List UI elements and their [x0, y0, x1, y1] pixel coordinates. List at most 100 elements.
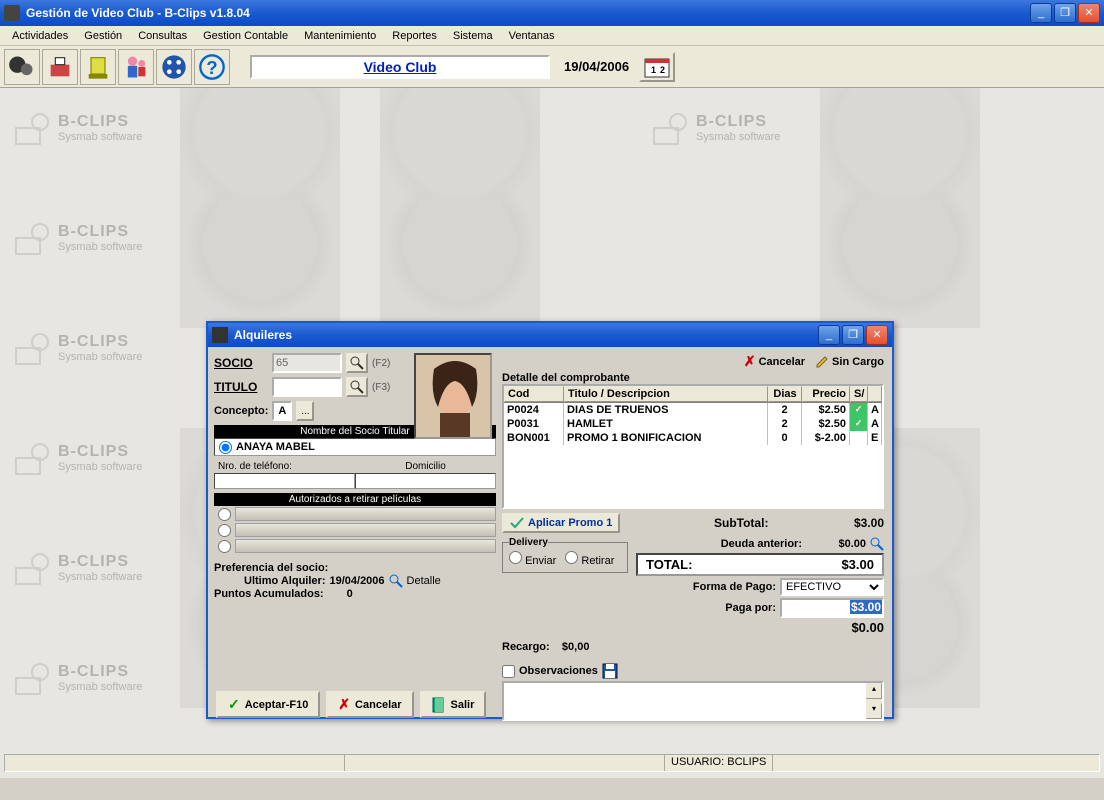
autorizado-radio[interactable]	[218, 508, 231, 521]
cancelar-link[interactable]: ✗Cancelar	[744, 353, 805, 370]
menu-gestion[interactable]: Gestión	[76, 28, 130, 44]
minimize-button[interactable]: _	[1030, 3, 1052, 23]
nombre-radio[interactable]	[219, 441, 232, 454]
dialog-maximize-button[interactable]: ❐	[842, 325, 864, 345]
autorizado-radio[interactable]	[218, 540, 231, 553]
col-dias[interactable]: Dias	[768, 386, 802, 402]
save-icon[interactable]	[602, 663, 618, 679]
delivery-enviar-label[interactable]: Enviar	[509, 555, 556, 567]
delivery-label: Delivery	[509, 537, 548, 548]
col-titulo[interactable]: Titulo / Descripcion	[564, 386, 768, 402]
maximize-button[interactable]: ❐	[1054, 3, 1076, 23]
col-so[interactable]: S/	[850, 386, 868, 402]
puntos-label: Puntos Acumulados:	[214, 588, 324, 600]
nombre-value: ANAYA MABEL	[236, 441, 315, 453]
autorizados-header: Autorizados a retirar películas	[214, 493, 496, 506]
close-button[interactable]: ✕	[1078, 3, 1100, 23]
detalle-link[interactable]: Detalle	[407, 575, 441, 587]
toolbar-btn-4[interactable]	[118, 49, 154, 85]
calendar-button[interactable]: 12	[639, 52, 675, 82]
desktop-area: B-CLIPSSysmab software B-CLIPSSysmab sof…	[0, 88, 1104, 778]
aceptar-button[interactable]: ✓Aceptar-F10	[216, 691, 320, 718]
menu-sistema[interactable]: Sistema	[445, 28, 501, 44]
domicilio-input[interactable]	[355, 473, 496, 489]
total-value: $3.00	[841, 557, 874, 572]
telefono-input[interactable]	[214, 473, 355, 489]
deuda-value: $0.00	[806, 538, 866, 550]
titulo-input[interactable]	[272, 377, 342, 397]
search-icon[interactable]	[870, 537, 884, 551]
toolbar-btn-3[interactable]	[80, 49, 116, 85]
paga-por-input[interactable]: $3.00	[780, 598, 884, 618]
autorizados-list	[214, 506, 496, 554]
pencil-icon	[815, 355, 829, 369]
sincargo-link[interactable]: Sin Cargo	[815, 355, 884, 369]
paga-por-label: Paga por:	[725, 602, 776, 614]
recargo-label: Recargo:	[502, 641, 550, 653]
toolbar-btn-2[interactable]	[42, 49, 78, 85]
puntos-value: 0	[347, 588, 353, 600]
delivery-enviar-radio[interactable]	[509, 551, 522, 564]
socio-input[interactable]	[272, 353, 342, 373]
scrollbar[interactable]: ▴ ▾	[866, 683, 882, 719]
titulo-search-button[interactable]	[346, 377, 368, 397]
socio-search-button[interactable]	[346, 353, 368, 373]
watermark: B-CLIPSSysmab software	[12, 548, 142, 588]
concepto-more-button[interactable]: ...	[296, 401, 314, 421]
subtotal-label: SubTotal:	[714, 516, 768, 530]
table-row[interactable]: P0031HAMLET2$2.50✓A	[504, 417, 882, 431]
menu-consultas[interactable]: Consultas	[130, 28, 195, 44]
menu-actividades[interactable]: Actividades	[4, 28, 76, 44]
status-user-label: USUARIO:	[671, 756, 724, 768]
nombre-row: ANAYA MABEL	[214, 438, 496, 456]
toolbar-btn-1[interactable]	[4, 49, 40, 85]
statusbar: USUARIO: BCLIPS	[4, 754, 1100, 772]
scroll-up-button[interactable]: ▴	[866, 683, 882, 699]
totals-block: Deuda anterior: $0.00 TOTAL: $3.00 Forma…	[636, 537, 884, 635]
recargo-value: $0,00	[562, 641, 590, 653]
dialog-titlebar[interactable]: Alquileres _ ❐ ✕	[208, 323, 892, 347]
svg-text:?: ?	[206, 57, 217, 78]
banner-title: Video Club	[250, 55, 550, 79]
concepto-input[interactable]	[272, 401, 292, 421]
left-panel: SOCIO (F2) TITULO (F3) Concepto: ...	[210, 349, 500, 685]
dialog-icon	[212, 327, 228, 343]
autorizado-row	[214, 506, 496, 522]
menu-reportes[interactable]: Reportes	[384, 28, 445, 44]
col-precio[interactable]: Precio	[802, 386, 850, 402]
menu-mantenimiento[interactable]: Mantenimiento	[296, 28, 384, 44]
menu-gestion-contable[interactable]: Gestion Contable	[195, 28, 296, 44]
scroll-down-button[interactable]: ▾	[866, 703, 882, 719]
concepto-label: Concepto:	[214, 405, 268, 417]
col-e[interactable]	[868, 386, 882, 402]
delivery-retirar-radio[interactable]	[565, 551, 578, 564]
table-row[interactable]: P0024DIAS DE TRUENOS2$2.50✓A	[504, 403, 882, 417]
col-cod[interactable]: Cod	[504, 386, 564, 402]
observaciones-checkbox[interactable]	[502, 665, 515, 678]
socio-shortcut: (F2)	[372, 358, 390, 369]
dialog-close-button[interactable]: ✕	[866, 325, 888, 345]
salir-button[interactable]: Salir	[420, 691, 487, 718]
toolbar-help-button[interactable]: ?	[194, 49, 230, 85]
table-row[interactable]: BON001PROMO 1 BONIFICACION0$-2.00E	[504, 431, 882, 445]
app-icon	[4, 5, 20, 21]
subtotal-value: $3.00	[854, 516, 884, 530]
aplicar-promo-button[interactable]: Aplicar Promo 1	[502, 513, 620, 533]
toolbar-btn-5[interactable]	[156, 49, 192, 85]
cancelar-button[interactable]: ✗Cancelar	[326, 691, 413, 718]
observaciones-textarea[interactable]: ▴ ▾	[502, 681, 884, 721]
search-icon	[389, 574, 403, 588]
forma-pago-select[interactable]: EFECTIVO	[780, 578, 884, 596]
grid-body[interactable]: P0024DIAS DE TRUENOS2$2.50✓AP0031HAMLET2…	[504, 403, 882, 507]
domicilio-header: Domicilio	[355, 460, 496, 473]
alquileres-dialog: Alquileres _ ❐ ✕ SOCIO (F2) TITULO	[206, 321, 894, 719]
delivery-retirar-label[interactable]: Retirar	[565, 555, 614, 567]
telefono-header: Nro. de teléfono:	[214, 460, 355, 473]
x-icon: ✗	[744, 353, 756, 370]
deuda-label: Deuda anterior:	[721, 538, 802, 550]
watermark: B-CLIPSSysmab software	[12, 108, 142, 148]
autorizado-radio[interactable]	[218, 524, 231, 537]
menu-ventanas[interactable]: Ventanas	[501, 28, 563, 44]
dialog-minimize-button[interactable]: _	[818, 325, 840, 345]
right-panel: ✗Cancelar Sin Cargo Detalle del comproba…	[500, 349, 890, 685]
